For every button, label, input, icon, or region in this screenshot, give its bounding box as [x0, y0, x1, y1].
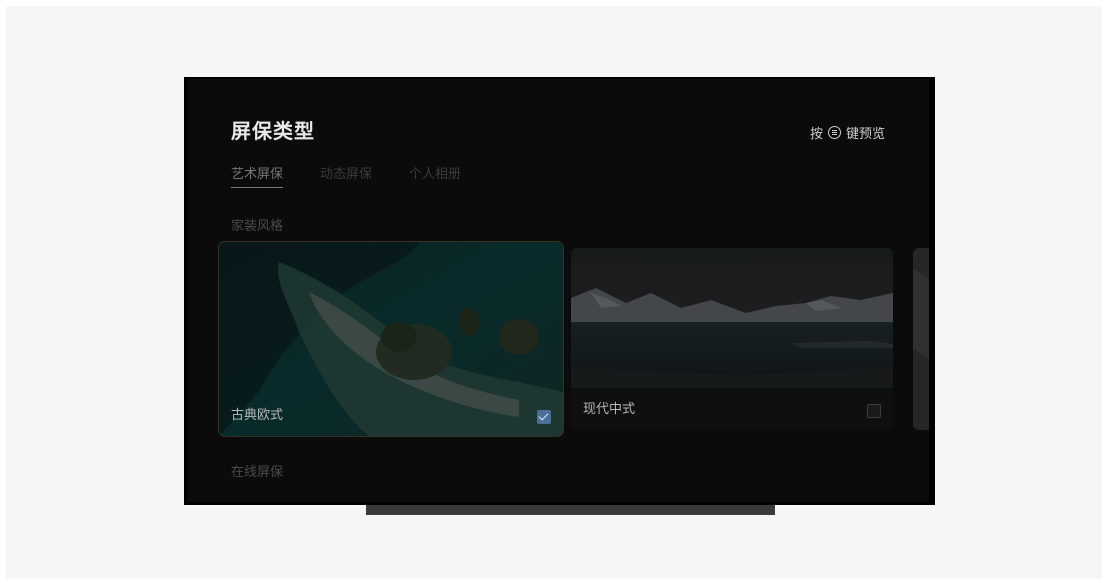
tab-dynamic-screensaver[interactable]: 动态屏保	[320, 163, 372, 188]
screensaver-card-classic-european[interactable]: 古典欧式	[219, 242, 563, 436]
hint-prefix: 按	[809, 127, 823, 142]
page-title: 屏保类型	[231, 119, 315, 143]
screensaver-card-modern-chinese[interactable]: 现代中式	[571, 248, 893, 430]
screensaver-card-partial[interactable]	[913, 248, 929, 430]
card-checkbox-checked[interactable]	[537, 410, 551, 424]
screensaver-tabs: 艺术屏保 动态屏保 个人相册	[231, 163, 461, 188]
tab-personal-album[interactable]: 个人相册	[409, 163, 461, 188]
tv-stand	[366, 505, 775, 515]
section-online-screensaver: 在线屏保	[231, 465, 284, 480]
preview-hint: 按 键预览	[810, 123, 885, 142]
card-label: 现代中式	[583, 402, 636, 417]
section-home-style: 家装风格	[231, 219, 284, 234]
card-image-partial	[913, 248, 929, 430]
tv-screen: 屏保类型 按 键预览 艺术屏保 动态屏保 个人相册 家装风格 古典欧式 现代中式…	[187, 79, 929, 502]
menu-key-icon	[827, 126, 841, 139]
card-checkbox-unchecked[interactable]	[867, 404, 881, 418]
tv-frame: 屏保类型 按 键预览 艺术屏保 动态屏保 个人相册 家装风格 古典欧式 现代中式…	[184, 77, 935, 505]
hint-suffix: 键预览	[845, 127, 885, 142]
card-label: 古典欧式	[231, 408, 284, 423]
tab-art-screensaver[interactable]: 艺术屏保	[231, 163, 284, 188]
